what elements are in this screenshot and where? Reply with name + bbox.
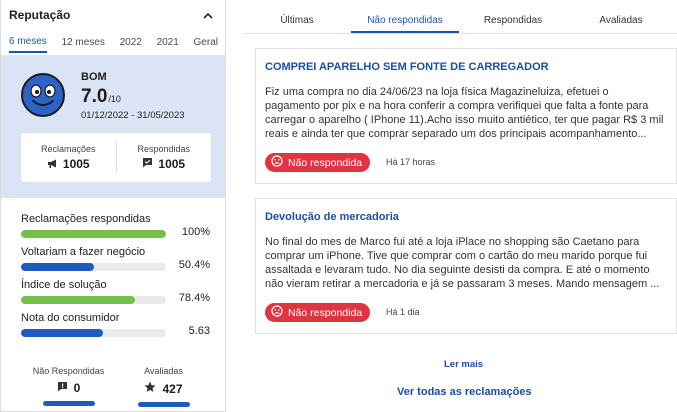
chat-bubble-icon: [142, 157, 153, 171]
metric-value: 50.4%: [178, 259, 210, 271]
smiley-face-icon: [20, 72, 66, 118]
chevron-up-icon[interactable]: [203, 10, 213, 20]
not-answered-underline: [42, 401, 95, 406]
status-label: Não respondida: [288, 306, 363, 319]
reputation-panel: Reputação 6 meses 12 meses 2022 2021 Ger…: [0, 0, 226, 412]
bottom-stats: Não Respondidas 0 Avaliadas 427: [21, 366, 211, 407]
complaint-title[interactable]: COMPREI APARELHO SEM FONTE DE CARREGADOR: [265, 61, 549, 73]
sad-face-icon: [271, 155, 283, 170]
evaluated-value: 427: [162, 381, 183, 396]
period-tab-geral[interactable]: Geral: [194, 33, 218, 52]
not-answered-label: Não Respondidas: [32, 366, 105, 376]
metric-label: Voltariam a fazer negócio: [21, 246, 146, 258]
evaluated-underline: [137, 402, 190, 407]
star-icon: [144, 381, 156, 396]
evaluated-label: Avaliadas: [144, 366, 183, 376]
metric-bar: [21, 263, 166, 271]
period-tabs: 6 meses 12 meses 2022 2021 Geral: [1, 30, 225, 56]
period-tab-2021[interactable]: 2021: [157, 33, 179, 52]
metric-bar: [21, 296, 166, 304]
metric-answered: Reclamações respondidas 100%: [21, 213, 211, 238]
reputation-status: BOM: [81, 71, 107, 83]
metric-value: 100%: [181, 226, 210, 238]
metric-label: Índice de solução: [21, 279, 107, 291]
complaint-body: Fiz uma compra no dia 24/06/23 na loja f…: [265, 86, 664, 140]
metric-bar-fill: [21, 230, 166, 238]
tab-ultimas[interactable]: Últimas: [243, 10, 351, 33]
complaints-label: Reclamações: [40, 144, 96, 154]
score-value: 7.0: [81, 86, 108, 107]
metric-value: 78.4%: [178, 292, 210, 304]
read-more-link[interactable]: Ler mais: [444, 359, 483, 370]
metric-value: 5.63: [188, 325, 210, 337]
chat-alert-icon: [57, 381, 68, 395]
complaint-card[interactable]: COMPREI APARELHO SEM FONTE DE CARREGADOR…: [255, 48, 677, 184]
status-badge[interactable]: Não respondida: [265, 153, 371, 172]
not-answered-stat[interactable]: Não Respondidas 0: [21, 366, 116, 407]
metric-label: Reclamações respondidas: [21, 213, 151, 225]
complaint-time: Há 1 dia: [386, 307, 420, 317]
sad-face-icon: [271, 305, 283, 320]
score-max: /10: [108, 94, 121, 104]
reputation-score: 7.0/10: [81, 86, 121, 108]
metric-bar-fill: [21, 329, 103, 337]
not-answered-value: 0: [73, 381, 81, 395]
reputation-title: Reputação: [9, 8, 71, 22]
status-badge[interactable]: Não respondida: [265, 303, 371, 322]
metric-bar: [21, 329, 166, 337]
metric-consumer-score: Nota do consumidor 5.63: [21, 312, 211, 337]
reputation-date-range: 01/12/2022 - 31/05/2023: [81, 110, 185, 121]
answered-count: Respondidas 1005: [115, 141, 212, 174]
metric-bar: [21, 230, 166, 238]
metric-solution-index: Índice de solução 78.4%: [21, 279, 211, 304]
reputation-header[interactable]: Reputação: [1, 0, 225, 30]
status-label: Não respondida: [288, 156, 363, 169]
period-tab-12-meses[interactable]: 12 meses: [62, 33, 105, 52]
metric-bar-fill: [21, 263, 95, 271]
complaint-title[interactable]: Devolução de mercadoria: [265, 211, 399, 223]
period-tab-6-meses[interactable]: 6 meses: [9, 32, 47, 53]
complaint-card[interactable]: Devolução de mercadoria No final do mes …: [255, 198, 677, 334]
complaints-count: Reclamações 1005: [21, 133, 116, 182]
tab-nao-respondidas[interactable]: Não respondidas: [351, 10, 459, 33]
complaints-panel: Últimas Não respondidas Respondidas Aval…: [243, 0, 677, 412]
evaluated-stat[interactable]: Avaliadas 427: [116, 366, 211, 407]
megaphone-icon: [47, 157, 58, 171]
tab-respondidas[interactable]: Respondidas: [459, 10, 567, 33]
period-tab-2022[interactable]: 2022: [120, 33, 142, 52]
answered-value: 1005: [158, 157, 186, 171]
complaint-time: Há 17 horas: [386, 157, 436, 167]
tab-avaliadas[interactable]: Avaliadas: [567, 10, 675, 33]
metric-bar-fill: [21, 296, 135, 304]
complaints-tabs: Últimas Não respondidas Respondidas Aval…: [243, 10, 677, 34]
complaints-value: 1005: [62, 157, 90, 171]
metric-would-return: Voltariam a fazer negócio 50.4%: [21, 246, 211, 271]
complaint-body: No final do mes de Marco fui até a loja …: [265, 236, 660, 290]
answered-label: Respondidas: [137, 144, 191, 154]
metric-label: Nota do consumidor: [21, 312, 120, 324]
counts-card: Reclamações 1005 Respondidas 1005: [21, 133, 211, 182]
view-all-complaints-link[interactable]: Ver todas as reclamações: [397, 386, 532, 398]
